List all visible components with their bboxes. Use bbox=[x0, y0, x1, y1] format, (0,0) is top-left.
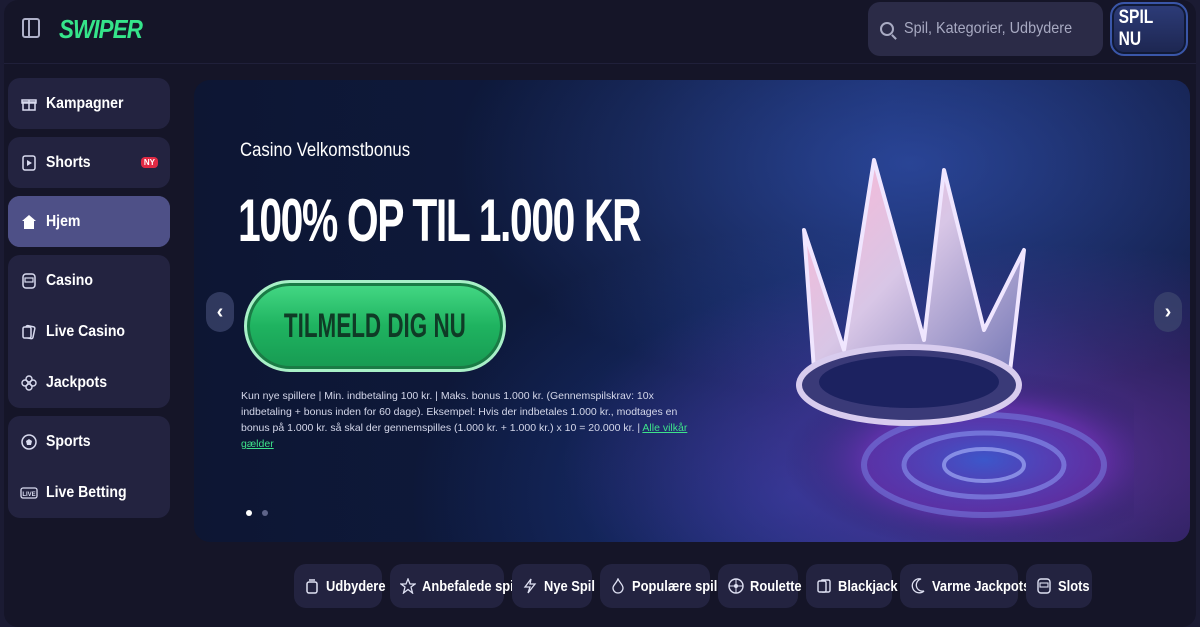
category-label: Anbefalede spil bbox=[422, 577, 518, 595]
nav-group-casino: Casino Live Casino Jackpots bbox=[8, 255, 170, 408]
carousel-next-button[interactable]: › bbox=[1154, 292, 1182, 332]
category-label: Varme Jackpots bbox=[932, 577, 1031, 595]
nav-group-promotions: Kampagner bbox=[8, 78, 170, 129]
chevron-left-icon: ‹ bbox=[216, 300, 224, 323]
bonus-terms: Kun nye spillere | Min. indbetaling 100 … bbox=[241, 388, 691, 452]
signup-button[interactable]: TILMELD DIG NU bbox=[244, 280, 506, 372]
football-icon bbox=[20, 433, 38, 451]
category-udbydere[interactable]: Udbydere bbox=[294, 564, 386, 608]
play-icon bbox=[20, 154, 38, 172]
category-anbefalede-spil[interactable]: Anbefalede spil bbox=[390, 564, 517, 608]
providers-icon bbox=[304, 577, 320, 595]
category-label: Slots bbox=[1058, 577, 1090, 595]
flame-icon bbox=[610, 577, 626, 595]
sidebar-item-label: Live Betting bbox=[46, 483, 127, 501]
category-label: Populære spil bbox=[632, 577, 718, 595]
sidebar-item-label: Shorts bbox=[46, 153, 91, 171]
sidebar-item-label: Sports bbox=[46, 432, 91, 450]
category-label: Blackjack bbox=[838, 577, 898, 595]
crown-illustration bbox=[784, 158, 1134, 540]
sidebar-item-live-casino[interactable]: Live Casino bbox=[8, 306, 170, 357]
hero-subtitle: Casino Velkomstbonus bbox=[240, 140, 411, 161]
nav-group-home: Hjem bbox=[8, 196, 170, 247]
nav-group-shorts: Shorts NY bbox=[8, 137, 170, 188]
hero-banner[interactable]: Casino Velkomstbonus 100% OP TIL 1.000 K… bbox=[194, 80, 1190, 542]
category-nye-spil[interactable]: Nye Spil bbox=[512, 564, 595, 608]
play-now-button[interactable]: SPIL NU bbox=[1110, 2, 1188, 56]
category-label: Udbydere bbox=[326, 577, 386, 595]
lightning-icon bbox=[522, 577, 538, 595]
nav-group-sports: Sports LIVE Live Betting bbox=[8, 416, 170, 518]
category-populaere-spil[interactable]: Populære spil bbox=[600, 564, 717, 608]
gift-icon bbox=[20, 95, 38, 113]
logo[interactable]: SWIPER bbox=[59, 14, 143, 45]
sidebar-item-sports[interactable]: Sports bbox=[8, 416, 170, 467]
live-icon: LIVE bbox=[20, 484, 38, 502]
sidebar-item-jackpots[interactable]: Jackpots bbox=[8, 357, 170, 408]
search-icon bbox=[880, 22, 894, 36]
cards-icon bbox=[816, 577, 832, 595]
carousel-dot-active[interactable] bbox=[246, 510, 252, 516]
signup-button-label: TILMELD DIG NU bbox=[284, 306, 467, 345]
top-header: SWIPER SPIL NU bbox=[4, 0, 1196, 64]
search-input[interactable] bbox=[904, 20, 1075, 38]
category-varme-jackpots[interactable]: Varme Jackpots bbox=[900, 564, 1030, 608]
roulette-icon bbox=[728, 577, 744, 595]
sidebar-item-shorts[interactable]: Shorts NY bbox=[8, 137, 170, 188]
slot-machine-icon bbox=[1036, 577, 1052, 595]
category-slots[interactable]: Slots bbox=[1026, 564, 1092, 608]
clover-icon bbox=[20, 374, 38, 392]
sidebar-item-hjem[interactable]: Hjem bbox=[8, 196, 170, 247]
svg-text:LIVE: LIVE bbox=[22, 492, 35, 498]
chevron-right-icon: › bbox=[1164, 300, 1172, 323]
play-now-label: SPIL NU bbox=[1118, 7, 1154, 50]
slot-machine-icon bbox=[20, 272, 38, 290]
sidebar-toggle-icon[interactable] bbox=[22, 18, 40, 38]
app-window: SWIPER SPIL NU Kampagner Shorts NY bbox=[4, 0, 1196, 627]
cards-icon bbox=[20, 323, 38, 341]
moon-icon bbox=[910, 577, 926, 595]
carousel-prev-button[interactable]: ‹ bbox=[206, 292, 234, 332]
bonus-terms-text: Kun nye spillere | Min. indbetaling 100 … bbox=[241, 390, 678, 434]
category-label: Roulette bbox=[750, 577, 802, 595]
sidebar-nav: Kampagner Shorts NY Hjem Casino Live Cas… bbox=[8, 78, 170, 526]
sidebar-item-label: Kampagner bbox=[46, 94, 124, 112]
category-blackjack[interactable]: Blackjack bbox=[806, 564, 898, 608]
sidebar-item-label: Jackpots bbox=[46, 373, 108, 391]
sidebar-item-label: Casino bbox=[46, 271, 93, 289]
sidebar-item-label: Live Casino bbox=[46, 322, 126, 340]
hero-title: 100% OP TIL 1.000 KR bbox=[238, 187, 642, 254]
category-roulette[interactable]: Roulette bbox=[718, 564, 802, 608]
new-badge: NY bbox=[140, 157, 158, 168]
carousel-dot[interactable] bbox=[262, 510, 268, 516]
sidebar-item-live-betting[interactable]: LIVE Live Betting bbox=[8, 467, 170, 518]
home-icon bbox=[20, 213, 38, 231]
category-label: Nye Spil bbox=[544, 577, 595, 595]
search-bar[interactable] bbox=[868, 2, 1103, 56]
sidebar-item-casino[interactable]: Casino bbox=[8, 255, 170, 306]
star-icon bbox=[400, 577, 416, 595]
sidebar-item-kampagner[interactable]: Kampagner bbox=[8, 78, 170, 129]
sidebar-item-label: Hjem bbox=[46, 212, 81, 230]
